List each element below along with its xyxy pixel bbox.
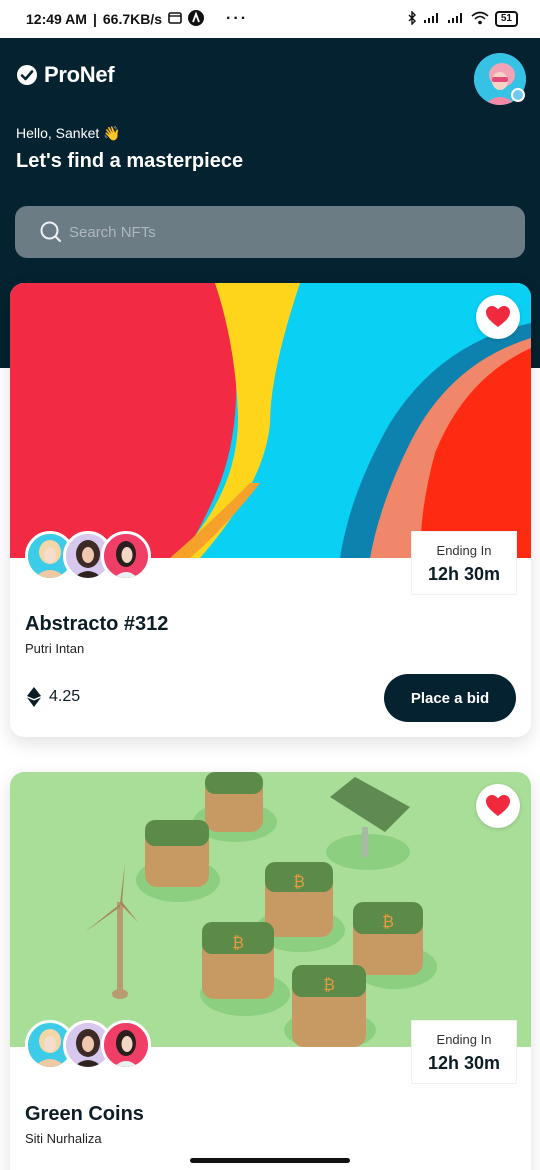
signal-icon-2 [447, 11, 465, 27]
heart-icon [486, 306, 510, 327]
nft-artwork[interactable]: ₿ ₿ ₿ ₿ [10, 772, 531, 1047]
status-bar: 12:49 AM | 66.7KB/s ··· 51 [0, 0, 540, 38]
bluetooth-icon [407, 9, 417, 28]
bidder-portrait-icon [104, 534, 148, 578]
app-a-icon [188, 9, 205, 29]
nft-title[interactable]: Abstracto #312 [25, 613, 168, 636]
ending-label: Ending In [436, 1032, 492, 1047]
price-value: 4.25 [49, 688, 81, 705]
ending-value: 12h 30m [427, 1053, 501, 1073]
page-headline: Let's find a masterpiece [16, 150, 244, 172]
greeting-text: Hello, Sanket 👋 [16, 125, 121, 141]
wifi-icon [471, 11, 489, 28]
status-speed: 66.7KB/s [102, 11, 163, 27]
status-right: 51 [407, 9, 518, 28]
heart-icon [486, 795, 510, 816]
nft-creator[interactable]: Siti Nurhaliza [25, 1131, 102, 1146]
bidder-portrait-icon [104, 1023, 148, 1067]
search-icon [40, 221, 61, 242]
nft-creator[interactable]: Putri Intan [25, 641, 84, 656]
green-coins-art-image: ₿ ₿ ₿ ₿ [10, 772, 531, 1047]
svg-text:₿: ₿ [232, 933, 244, 952]
place-bid-button[interactable]: Place a bid [384, 674, 516, 722]
check-circle-icon [17, 65, 37, 85]
nft-card[interactable]: Ending In 12h 30m Abstracto #312 Putri I… [10, 283, 531, 737]
auction-countdown: Ending In 12h 30m [411, 531, 517, 595]
avatar [101, 1020, 151, 1070]
search-input[interactable] [69, 223, 489, 241]
svg-text:₿: ₿ [293, 872, 305, 891]
battery-icon: 51 [494, 11, 518, 27]
search-bar[interactable] [15, 206, 525, 258]
online-badge [511, 88, 525, 102]
app-logo: ProNef [16, 62, 115, 88]
nft-card[interactable]: ₿ ₿ ₿ ₿ Ending In 12h 30m Green Coins Si… [10, 772, 531, 1170]
ending-value: 12h 30m [427, 564, 501, 584]
status-separator: | [92, 11, 97, 27]
signal-icon-1 [423, 11, 441, 27]
ethereum-icon [27, 687, 41, 707]
favorite-button[interactable] [476, 295, 520, 339]
status-time: 12:49 AM [26, 11, 87, 27]
avatar [101, 531, 151, 581]
ending-label: Ending In [436, 543, 492, 558]
svg-text:₿: ₿ [323, 975, 335, 994]
favorite-button[interactable] [476, 784, 520, 828]
nft-price: 4.25 [27, 687, 80, 707]
notification-icon [168, 11, 182, 27]
nft-title[interactable]: Green Coins [25, 1103, 144, 1126]
more-notifications-icon: ··· [226, 10, 249, 27]
abstract-art-image [10, 283, 531, 558]
nft-artwork[interactable] [10, 283, 531, 558]
auction-countdown: Ending In 12h 30m [411, 1020, 517, 1084]
app-name: ProNef [44, 62, 115, 87]
status-left: 12:49 AM | 66.7KB/s ··· [26, 9, 249, 29]
home-indicator[interactable] [190, 1158, 350, 1163]
svg-text:₿: ₿ [382, 912, 394, 931]
